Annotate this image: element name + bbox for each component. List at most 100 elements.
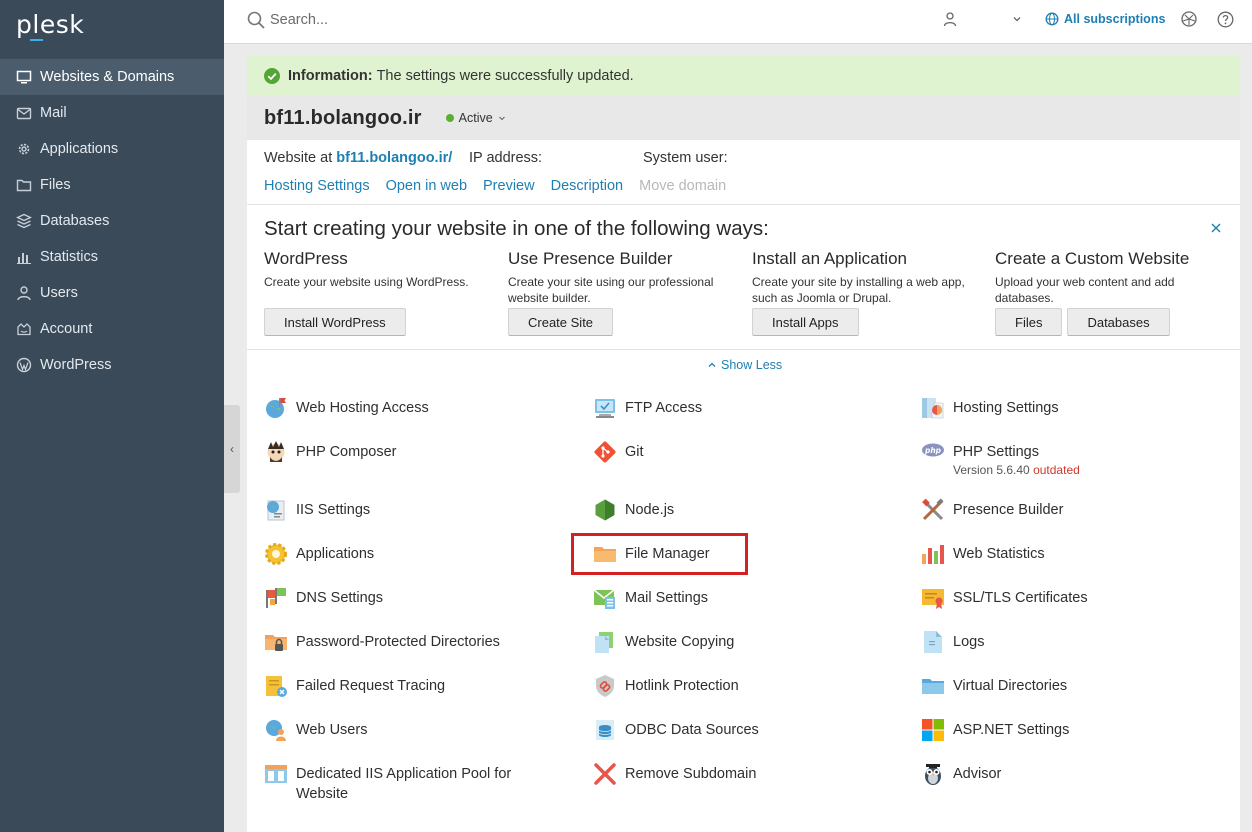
tool-label: Web Users xyxy=(296,722,368,738)
chevron-down-icon[interactable] xyxy=(1012,14,1022,24)
option-description: Upload your web content and add database… xyxy=(995,275,1175,305)
install-apps-button[interactable]: Install Apps xyxy=(752,308,859,336)
tool-php-composer[interactable]: PHP Composer xyxy=(264,440,396,464)
custom-website-buttons: Files Databases xyxy=(995,308,1175,336)
sidebar-item-statistics[interactable]: Statistics xyxy=(0,239,224,275)
tool-virtual-directories[interactable]: Virtual Directories xyxy=(921,674,1067,698)
file-manager-highlight xyxy=(571,533,748,575)
remove-subdomain-icon xyxy=(594,763,616,785)
tool-remove-subdomain[interactable]: Remove Subdomain xyxy=(593,762,756,786)
databases-button[interactable]: Databases xyxy=(1067,308,1170,336)
sidebar-item-label: WordPress xyxy=(40,357,112,373)
tool-iis-settings[interactable]: IIS Settings xyxy=(264,498,370,522)
search-input[interactable] xyxy=(270,10,570,30)
tool-password-protected-directories[interactable]: Password-Protected Directories xyxy=(264,630,500,654)
tool-label: Applications xyxy=(296,546,375,562)
account-icon xyxy=(16,321,32,337)
tool-dedicated-iis-app-pool[interactable]: Dedicated IIS Application Pool for Websi… xyxy=(264,762,554,804)
tool-php-settings[interactable]: php PHP Settings Version 5.6.40 outdated xyxy=(921,440,1080,477)
sidebar-item-applications[interactable]: Applications xyxy=(0,131,224,167)
tool-label: Remove Subdomain xyxy=(625,766,757,782)
monitor-icon xyxy=(16,69,32,85)
php-settings-icon: php xyxy=(922,443,944,457)
sidebar-item-databases[interactable]: Databases xyxy=(0,203,224,239)
sidebar-nav: Websites & Domains Mail Applications Fil… xyxy=(0,59,224,383)
web-users-icon xyxy=(266,720,286,741)
tool-logs[interactable]: Logs xyxy=(921,630,984,654)
sidebar-item-wordpress[interactable]: WordPress xyxy=(0,347,224,383)
mail-icon xyxy=(16,105,32,121)
status-dropdown[interactable]: Active xyxy=(445,111,506,125)
tool-web-statistics[interactable]: Web Statistics xyxy=(921,542,1045,566)
preview-link[interactable]: Preview xyxy=(483,178,535,194)
install-app-buttons: Install Apps xyxy=(752,308,864,336)
user-menu-icon[interactable] xyxy=(942,11,958,27)
tool-label: ODBC Data Sources xyxy=(625,722,759,738)
tool-label: Website Copying xyxy=(625,634,735,650)
tool-nodejs[interactable]: Node.js xyxy=(593,498,674,522)
presence-builder-icon xyxy=(922,498,944,521)
description-link[interactable]: Description xyxy=(551,178,624,194)
help-icon[interactable] xyxy=(1217,11,1234,28)
outdated-badge: outdated xyxy=(1033,463,1080,477)
all-subscriptions-link[interactable]: All subscriptions xyxy=(1064,12,1165,26)
sidebar-item-files[interactable]: Files xyxy=(0,167,224,203)
sidebar-collapse-toggle[interactable]: ‹ xyxy=(224,405,240,493)
tool-presence-builder[interactable]: Presence Builder xyxy=(921,498,1063,522)
tool-label: DNS Settings xyxy=(296,590,384,606)
tool-label: Hotlink Protection xyxy=(625,678,739,694)
tool-label: Git xyxy=(625,444,644,460)
status-dot xyxy=(445,114,454,122)
svg-text:php: php xyxy=(924,446,942,455)
tool-web-users[interactable]: Web Users xyxy=(264,718,367,742)
git-icon xyxy=(594,441,616,463)
odbc-icon xyxy=(596,720,614,740)
tool-label: Web Statistics xyxy=(953,546,1045,562)
plesk-logo[interactable]: plesk xyxy=(16,10,84,39)
install-wordpress-button[interactable]: Install WordPress xyxy=(264,308,406,336)
tool-mail-settings[interactable]: Mail Settings xyxy=(593,586,708,610)
show-less-toggle[interactable]: Show Less xyxy=(707,358,782,372)
tool-odbc-data-sources[interactable]: ODBC Data Sources xyxy=(593,718,759,742)
tool-label: Dedicated IIS Application Pool for Websi… xyxy=(296,766,512,802)
presence-builder-buttons: Create Site xyxy=(508,308,618,336)
close-icon[interactable] xyxy=(1210,222,1222,234)
move-domain-link: Move domain xyxy=(639,178,727,194)
sidebar-item-users[interactable]: Users xyxy=(0,275,224,311)
tool-label: Node.js xyxy=(625,502,675,518)
sidebar-item-mail[interactable]: Mail xyxy=(0,95,224,131)
open-in-web-link[interactable]: Open in web xyxy=(386,178,467,194)
sidebar-item-websites-domains[interactable]: Websites & Domains xyxy=(0,59,224,95)
tool-applications[interactable]: Applications xyxy=(264,542,374,566)
tool-aspnet-settings[interactable]: ASP.NET Settings xyxy=(921,718,1069,742)
tool-advisor[interactable]: Advisor xyxy=(921,762,1001,786)
tool-dns-settings[interactable]: DNS Settings xyxy=(264,586,383,610)
hosting-settings-link[interactable]: Hosting Settings xyxy=(264,178,370,194)
option-description: Create your website using WordPress. xyxy=(264,275,469,289)
website-url-link[interactable]: bf11.bolangoo.ir/ xyxy=(336,150,452,166)
tool-label: FTP Access xyxy=(625,400,703,416)
start-option-presence-builder: Use Presence Builder Create your site us… xyxy=(508,249,738,306)
tool-label: Failed Request Tracing xyxy=(296,678,446,694)
tool-website-copying[interactable]: Website Copying xyxy=(593,630,734,654)
create-site-button[interactable]: Create Site xyxy=(508,308,614,336)
folder-icon xyxy=(16,177,32,193)
tool-git[interactable]: Git xyxy=(593,440,644,464)
sidebar-item-label: Files xyxy=(40,177,71,193)
chevron-down-icon xyxy=(498,116,505,121)
tool-label: ASP.NET Settings xyxy=(953,722,1070,738)
tool-ftp-access[interactable]: FTP Access xyxy=(593,396,702,420)
tool-failed-request-tracing[interactable]: Failed Request Tracing xyxy=(264,674,445,698)
tool-hotlink-protection[interactable]: Hotlink Protection xyxy=(593,674,739,698)
sidebar-item-account[interactable]: Account xyxy=(0,311,224,347)
tool-ssl-tls-certificates[interactable]: SSL/TLS Certificates xyxy=(921,586,1088,610)
extensions-icon[interactable] xyxy=(1180,10,1198,28)
advisor-icon xyxy=(925,764,941,785)
tool-hosting-settings[interactable]: Hosting Settings xyxy=(921,396,1059,420)
sidebar-item-label: Mail xyxy=(40,105,67,121)
failed-request-tracing-icon xyxy=(266,676,287,697)
website-at-label: Website at xyxy=(264,150,333,166)
tool-web-hosting-access[interactable]: Web Hosting Access xyxy=(264,396,429,420)
sidebar-item-label: Users xyxy=(40,285,78,301)
files-button[interactable]: Files xyxy=(995,308,1063,336)
